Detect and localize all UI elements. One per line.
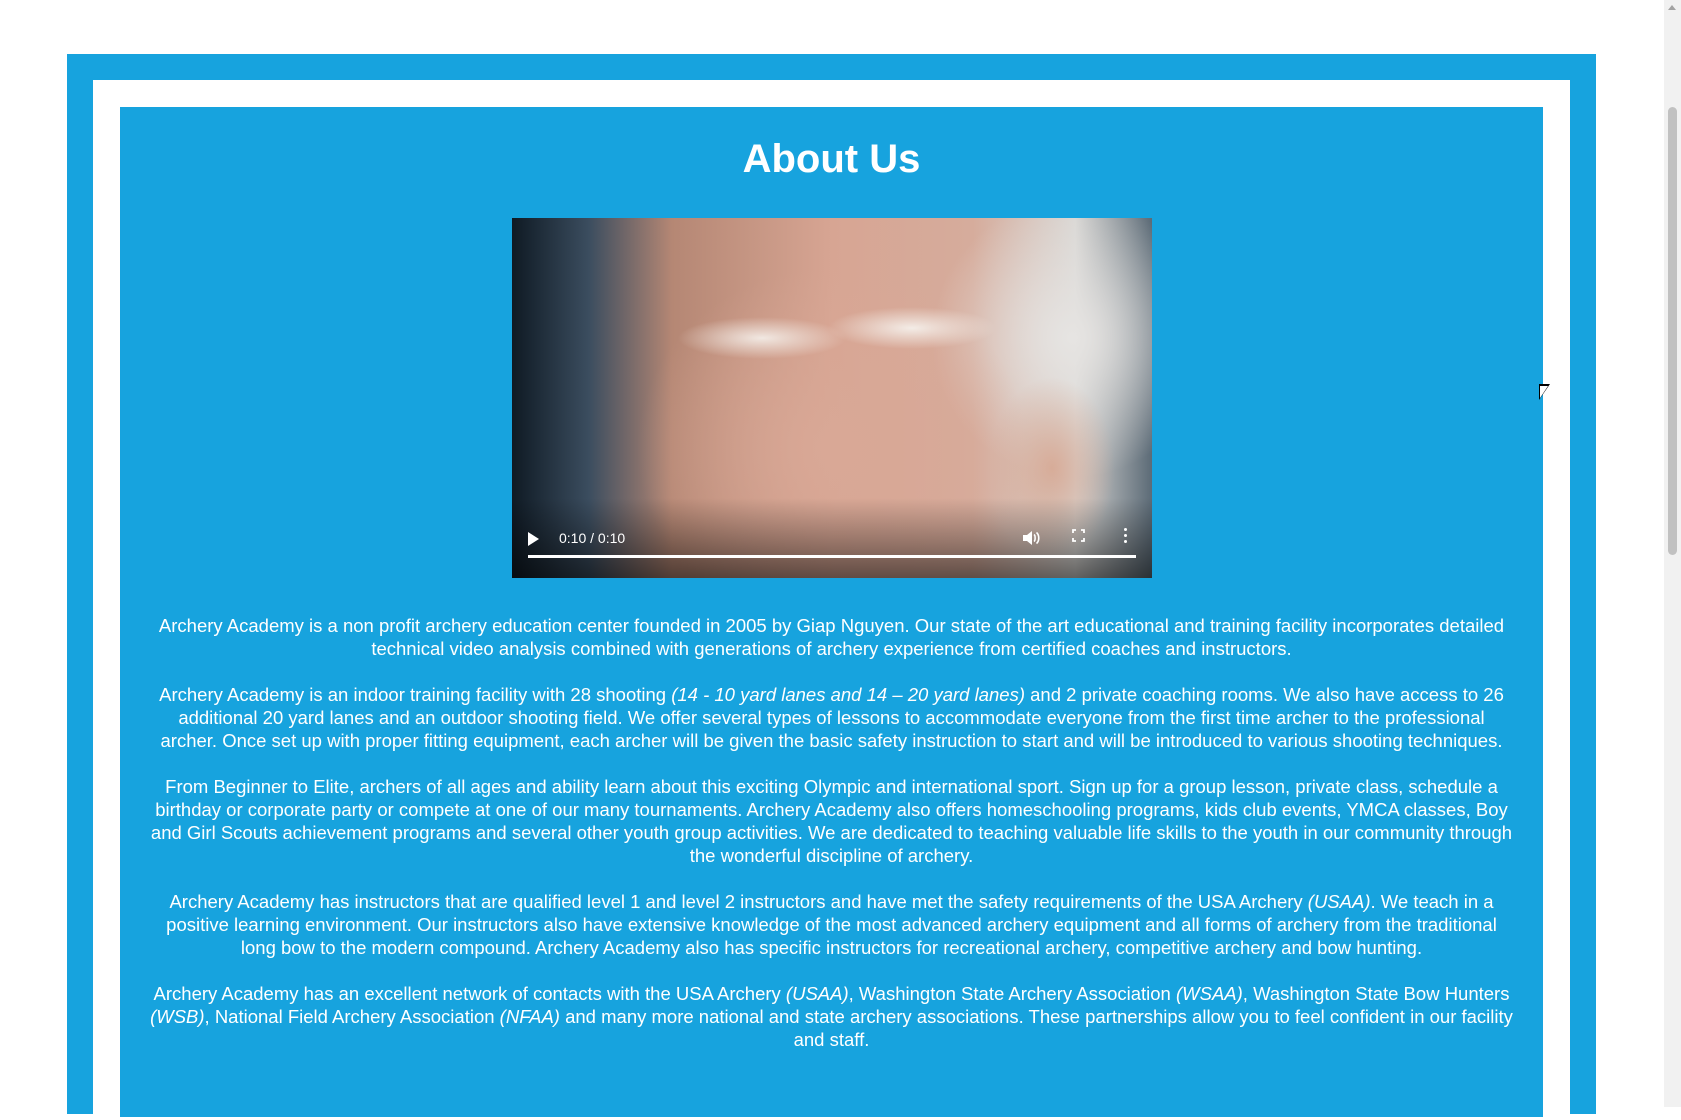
scroll-up-arrow-icon[interactable] [1668,5,1676,10]
paragraph-text: Archery Academy is an indoor training fa… [159,684,672,705]
paragraph-italic-text: (USAA) [1307,891,1371,912]
about-paragraph: Archery Academy has instructors that are… [150,890,1513,959]
fullscreen-icon-glyph [1072,529,1085,542]
video-player[interactable]: 0:10 / 0:10 [512,218,1152,578]
paragraph-text: , Washington State Bow Hunters [1242,983,1510,1004]
play-icon[interactable] [528,532,539,546]
mouse-cursor-icon [1539,384,1550,400]
video-controls: 0:10 / 0:10 [512,498,1152,578]
fullscreen-icon[interactable] [1072,529,1085,542]
page-scrollbar[interactable] [1664,0,1681,1107]
volume-icon-glyph [1023,531,1040,545]
about-paragraph: From Beginner to Elite, archers of all a… [150,775,1513,867]
paragraph-italic-text: (NFAA) [499,1006,560,1027]
video-progress-bar[interactable] [528,555,1136,558]
more-options-icon[interactable] [1124,528,1128,546]
video-time-display: 0:10 / 0:10 [559,530,626,546]
paragraph-text: Archery Academy is a non profit archery … [158,615,1505,659]
paragraph-text: , National Field Archery Association [204,1006,500,1027]
volume-icon[interactable] [1022,530,1040,551]
scroll-thumb[interactable] [1668,107,1677,555]
paragraph-text: Archery Academy has an excellent network… [153,983,786,1004]
paragraph-text: , Washington State Archery Association [848,983,1176,1004]
paragraph-italic-text: (USAA) [785,983,849,1004]
about-paragraph: Archery Academy has an excellent network… [150,982,1513,1051]
about-paragraph: Archery Academy is a non profit archery … [150,614,1513,660]
about-text: Archery Academy is a non profit archery … [150,614,1513,1074]
paragraph-italic-text: (WSAA) [1175,983,1243,1004]
paragraph-text: Archery Academy has instructors that are… [169,891,1308,912]
about-section: About Us 0:10 / 0:10 Archery Academy is … [120,107,1543,1117]
paragraph-italic-text: (WSB) [150,1006,205,1027]
page-title: About Us [742,137,921,181]
paragraph-text: and many more national and state archery… [559,1006,1513,1050]
video-progress-fill [528,555,1136,558]
paragraph-text: From Beginner to Elite, archers of all a… [150,776,1513,866]
paragraph-italic-text: (14 - 10 yard lanes and 14 – 20 yard lan… [671,684,1025,705]
about-paragraph: Archery Academy is an indoor training fa… [150,683,1513,752]
